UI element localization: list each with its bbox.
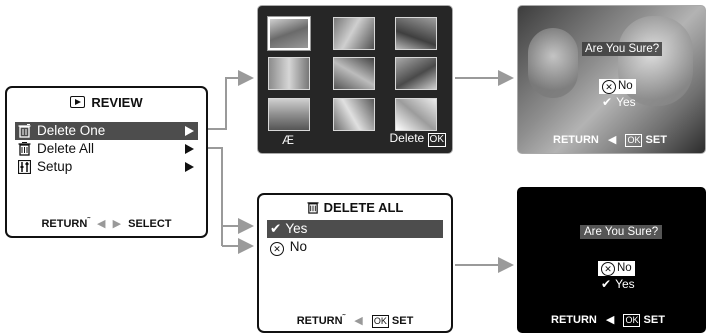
option-yes[interactable]: ✔ Yes — [602, 95, 636, 109]
thumbnail[interactable] — [333, 57, 375, 90]
trash-all-icon — [307, 202, 319, 214]
right-arrow-icon — [185, 126, 194, 136]
confirm-title: Are You Sure? — [582, 39, 663, 57]
check-icon: ✔ — [270, 221, 282, 236]
menu-item-delete-one[interactable]: Delete One — [15, 122, 198, 140]
delete-all-footer: RETURN˜ ◀ OK SET — [296, 313, 414, 328]
circle-x-icon: ✕ — [601, 262, 615, 276]
return-label: RETURN — [296, 315, 343, 327]
right-arrow-icon — [185, 162, 194, 172]
circle-x-icon: ✕ — [602, 80, 616, 94]
menu-item-label: Setup — [37, 159, 73, 174]
delete-label: Delete — [389, 131, 425, 145]
delete-all-title: DELETE ALL — [259, 200, 451, 215]
check-icon: ✔ — [602, 95, 613, 109]
confirm-question: Are You Sure? — [580, 225, 663, 239]
yes-label: Yes — [615, 277, 635, 291]
return-label: RETURN — [41, 218, 88, 230]
circle-x-icon: ✕ — [270, 242, 284, 256]
left-arrow-icon: ◀ — [605, 314, 615, 326]
left-arrow-icon: ◀ — [97, 218, 106, 230]
set-label: SET — [645, 134, 667, 146]
confirm-question: Are You Sure? — [582, 42, 663, 56]
left-arrow-icon: ◀ — [354, 315, 363, 327]
menu-item-delete-all[interactable]: Delete All — [15, 140, 198, 158]
option-no[interactable]: ✕ No — [598, 258, 635, 276]
return-label: RETURN — [551, 314, 597, 326]
review-menu-footer: RETURN˜ ◀ ▶ SELECT — [41, 216, 172, 230]
right-arrow-icon: ▶ — [112, 218, 122, 230]
no-label: No — [618, 80, 633, 92]
thumbnail[interactable] — [268, 98, 310, 131]
review-menu-title-text: REVIEW — [91, 95, 143, 110]
no-label: No — [617, 262, 632, 274]
option-label: Yes — [285, 221, 308, 236]
set-label: SET — [643, 314, 665, 326]
review-menu-title: REVIEW — [7, 95, 206, 110]
thumbnail[interactable] — [395, 17, 437, 50]
delete-all-option-no[interactable]: ✕ No — [267, 238, 443, 256]
menu-item-setup[interactable]: Setup — [15, 158, 198, 176]
select-label: SELECT — [128, 218, 172, 230]
thumbnail[interactable] — [268, 57, 310, 90]
menu-item-label: Delete One — [37, 123, 106, 138]
return-label: RETURN — [553, 134, 599, 146]
right-arrow-icon — [185, 144, 194, 154]
confirm-title: Are You Sure? — [580, 222, 663, 240]
ok-button-icon: OK — [625, 134, 643, 147]
ok-button-icon: OK — [623, 314, 641, 327]
confirm-footer: RETURN ◀ OK SET — [551, 313, 665, 327]
photo-child-face-left — [528, 28, 578, 98]
set-label: SET — [391, 315, 414, 327]
left-arrow-icon: ◀ — [607, 134, 617, 146]
thumbnail[interactable] — [395, 98, 437, 131]
delete-all-option-yes[interactable]: ✔ Yes — [267, 220, 443, 238]
option-yes[interactable]: ✔ Yes — [601, 277, 635, 291]
thumbnail-screen: Æ Delete OK — [257, 5, 453, 154]
thumbnail-selected[interactable] — [267, 16, 311, 51]
ok-button-icon: OK — [371, 315, 389, 328]
thumbnail[interactable] — [333, 17, 375, 50]
delete-all-screen: DELETE ALL ✔ Yes ✕ No RETURN˜ ◀ OK SET — [257, 193, 453, 333]
play-icon — [70, 96, 86, 108]
option-no[interactable]: ✕ No — [599, 76, 636, 94]
setup-icon — [18, 160, 31, 174]
check-icon: ✔ — [601, 277, 612, 291]
confirm-footer: RETURN ◀ OK SET — [553, 133, 667, 147]
option-label: No — [289, 239, 308, 254]
trash-all-icon — [18, 142, 31, 156]
thumbnail[interactable] — [395, 57, 437, 90]
confirm-black-screen: Are You Sure? ✕ No ✔ Yes RETURN ◀ OK SET — [517, 187, 706, 333]
delete-ok-hint[interactable]: Delete OK — [390, 131, 446, 147]
review-menu: REVIEW Delete One Delete All Setup RETUR… — [5, 86, 208, 238]
thumbnail-footer-left: Æ — [282, 133, 294, 147]
confirm-photo-screen: Are You Sure? ✕ No ✔ Yes RETURN ◀ OK SET — [517, 5, 706, 154]
menu-item-label: Delete All — [37, 141, 95, 156]
delete-all-title-text: DELETE ALL — [323, 200, 404, 215]
ok-button-icon: OK — [427, 133, 446, 147]
yes-label: Yes — [616, 95, 636, 109]
trash-single-icon — [18, 124, 31, 138]
thumbnail[interactable] — [333, 98, 375, 131]
